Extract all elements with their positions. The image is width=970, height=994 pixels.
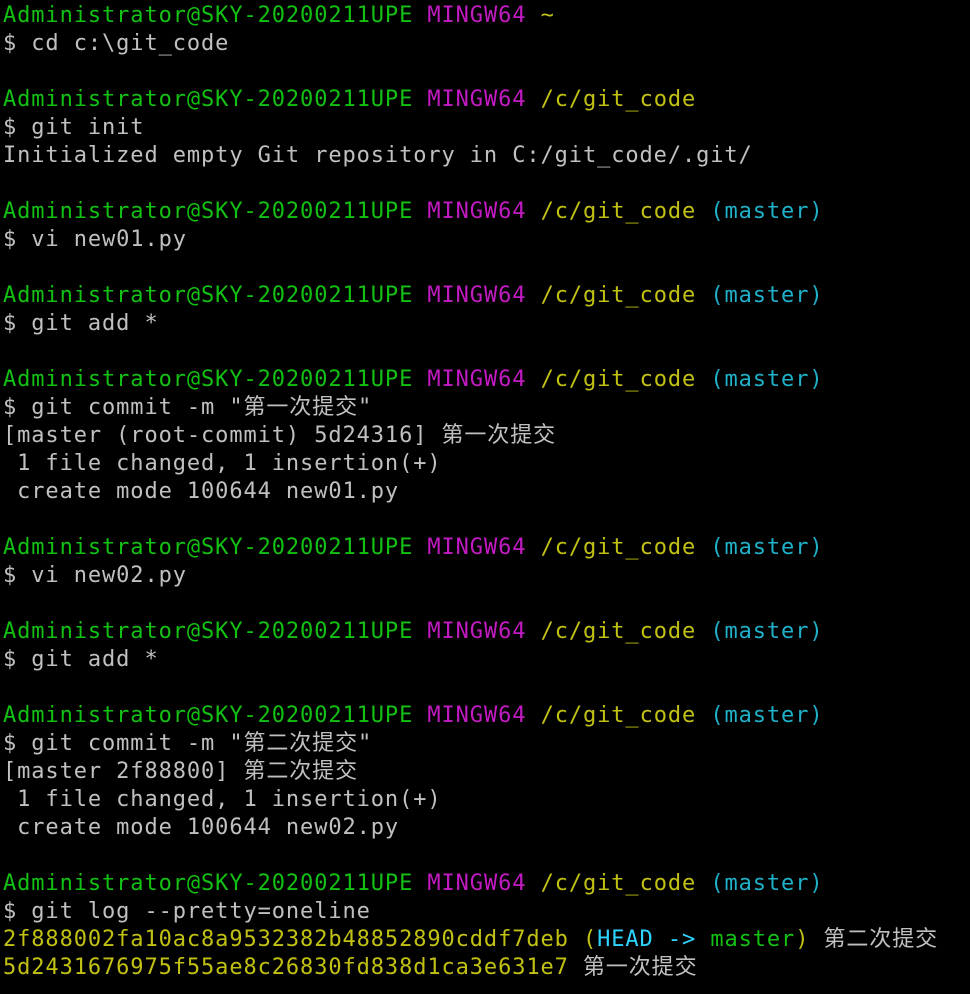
terminal-line-output: 1 file changed, 1 insertion(+) xyxy=(3,450,970,478)
command-text: $ git add * xyxy=(3,311,159,336)
prompt-path: /c/git_code xyxy=(540,871,697,896)
terminal-line-command: $ git add * xyxy=(3,646,970,674)
prompt-user-host: Administrator@SKY-20200211UPE xyxy=(3,367,414,392)
terminal-line-prompt: Administrator@SKY-20200211UPE MINGW64 /c… xyxy=(3,282,970,310)
command-text: $ vi new01.py xyxy=(3,227,187,252)
terminal-window[interactable]: Administrator@SKY-20200211UPE MINGW64 ~ $… xyxy=(0,0,970,994)
prompt-branch: (master) xyxy=(710,283,824,308)
prompt-branch: (master) xyxy=(710,535,824,560)
prompt-user-host: Administrator@SKY-20200211UPE xyxy=(3,87,414,112)
prompt-path: /c/git_code xyxy=(540,87,697,112)
command-text: $ git add * xyxy=(3,647,159,672)
prompt-user-host: Administrator@SKY-20200211UPE xyxy=(3,283,414,308)
prompt-user-host: Administrator@SKY-20200211UPE xyxy=(3,703,414,728)
terminal-line-output: Initialized empty Git repository in C:/g… xyxy=(3,142,970,170)
terminal-line-output: create mode 100644 new01.py xyxy=(3,478,970,506)
prompt-path: /c/git_code xyxy=(540,703,697,728)
prompt-system: MINGW64 xyxy=(427,703,527,728)
prompt-path: /c/git_code xyxy=(540,199,697,224)
output-text: [master 2f88800] 第二次提交 xyxy=(3,759,358,784)
terminal-line-output: create mode 100644 new02.py xyxy=(3,814,970,842)
prompt-user-host: Administrator@SKY-20200211UPE xyxy=(3,871,414,896)
prompt-branch: (master) xyxy=(710,619,824,644)
prompt-user-host: Administrator@SKY-20200211UPE xyxy=(3,535,414,560)
commit-message: 第一次提交 xyxy=(582,955,698,980)
terminal-line-prompt: Administrator@SKY-20200211UPE MINGW64 /c… xyxy=(3,702,970,730)
output-text: 1 file changed, 1 insertion(+) xyxy=(3,787,442,812)
terminal-line-log: 2f888002fa10ac8a9532382b48852890cddf7deb… xyxy=(3,926,970,954)
prompt-branch: (master) xyxy=(710,871,824,896)
prompt-system: MINGW64 xyxy=(427,535,527,560)
command-text: $ git commit -m "第一次提交" xyxy=(3,395,373,420)
prompt-branch: (master) xyxy=(710,367,824,392)
prompt-path: /c/git_code xyxy=(540,283,697,308)
ref-arrow: -> xyxy=(653,927,711,952)
output-text: create mode 100644 new02.py xyxy=(3,815,400,840)
terminal-line-command: $ git add * xyxy=(3,310,970,338)
terminal-line-command: $ git commit -m "第一次提交" xyxy=(3,394,970,422)
terminal-line-prompt: Administrator@SKY-20200211UPE MINGW64 /c… xyxy=(3,198,970,226)
prompt-path: /c/git_code xyxy=(540,367,697,392)
commit-hash: 5d2431676975f55ae8c26830fd838d1ca3e631e7 xyxy=(3,955,569,980)
prompt-system: MINGW64 xyxy=(427,283,527,308)
command-text: $ git init xyxy=(3,115,145,140)
output-text: 1 file changed, 1 insertion(+) xyxy=(3,451,442,476)
command-text: $ git commit -m "第二次提交" xyxy=(3,731,373,756)
ref-open-paren: ( xyxy=(582,927,598,952)
commit-hash: 2f888002fa10ac8a9532382b48852890cddf7deb xyxy=(3,927,569,952)
terminal-line-command: $ cd c:\git_code xyxy=(3,30,970,58)
terminal-line-command: $ git log --pretty=oneline xyxy=(3,898,970,926)
terminal-line-prompt: Administrator@SKY-20200211UPE MINGW64 /c… xyxy=(3,534,970,562)
prompt-user-host: Administrator@SKY-20200211UPE xyxy=(3,619,414,644)
terminal-line-prompt: Administrator@SKY-20200211UPE MINGW64 /c… xyxy=(3,870,970,898)
prompt-user-host: Administrator@SKY-20200211UPE xyxy=(3,3,414,28)
ref-head: HEAD xyxy=(597,927,654,952)
prompt-path: /c/git_code xyxy=(540,535,697,560)
command-text: $ cd c:\git_code xyxy=(3,31,230,56)
terminal-line-command: $ vi new02.py xyxy=(3,562,970,590)
output-text: Initialized empty Git repository in C:/g… xyxy=(3,143,753,168)
terminal-line-prompt: Administrator@SKY-20200211UPE MINGW64 ~ xyxy=(3,2,970,30)
output-text: create mode 100644 new01.py xyxy=(3,479,400,504)
prompt-branch: (master) xyxy=(710,703,824,728)
prompt-system: MINGW64 xyxy=(427,3,527,28)
command-text: $ vi new02.py xyxy=(3,563,187,588)
terminal-line-output: [master (root-commit) 5d24316] 第一次提交 xyxy=(3,422,970,450)
prompt-system: MINGW64 xyxy=(427,367,527,392)
prompt-path: ~ xyxy=(540,3,555,28)
prompt-system: MINGW64 xyxy=(427,619,527,644)
terminal-line-output: [master 2f88800] 第二次提交 xyxy=(3,758,970,786)
command-text: $ git log --pretty=oneline xyxy=(3,899,371,924)
prompt-path: /c/git_code xyxy=(540,619,697,644)
terminal-line-prompt: Administrator@SKY-20200211UPE MINGW64 /c… xyxy=(3,86,970,114)
terminal-line-command: $ vi new01.py xyxy=(3,226,970,254)
terminal-line-command: $ git commit -m "第二次提交" xyxy=(3,730,970,758)
terminal-line-output: 1 file changed, 1 insertion(+) xyxy=(3,786,970,814)
prompt-system: MINGW64 xyxy=(427,871,527,896)
prompt-system: MINGW64 xyxy=(427,87,527,112)
prompt-user-host: Administrator@SKY-20200211UPE xyxy=(3,199,414,224)
terminal-line-prompt: Administrator@SKY-20200211UPE MINGW64 /c… xyxy=(3,366,970,394)
prompt-branch: (master) xyxy=(710,199,824,224)
terminal-line-log: 5d2431676975f55ae8c26830fd838d1ca3e631e7… xyxy=(3,954,970,982)
output-text: [master (root-commit) 5d24316] 第一次提交 xyxy=(3,423,556,448)
prompt-system: MINGW64 xyxy=(427,199,527,224)
ref-close-paren: ) xyxy=(795,927,810,952)
commit-message: 第二次提交 xyxy=(823,927,939,952)
terminal-line-prompt: Administrator@SKY-20200211UPE MINGW64 /c… xyxy=(3,618,970,646)
terminal-line-command: $ git init xyxy=(3,114,970,142)
ref-branch: master xyxy=(710,927,796,952)
